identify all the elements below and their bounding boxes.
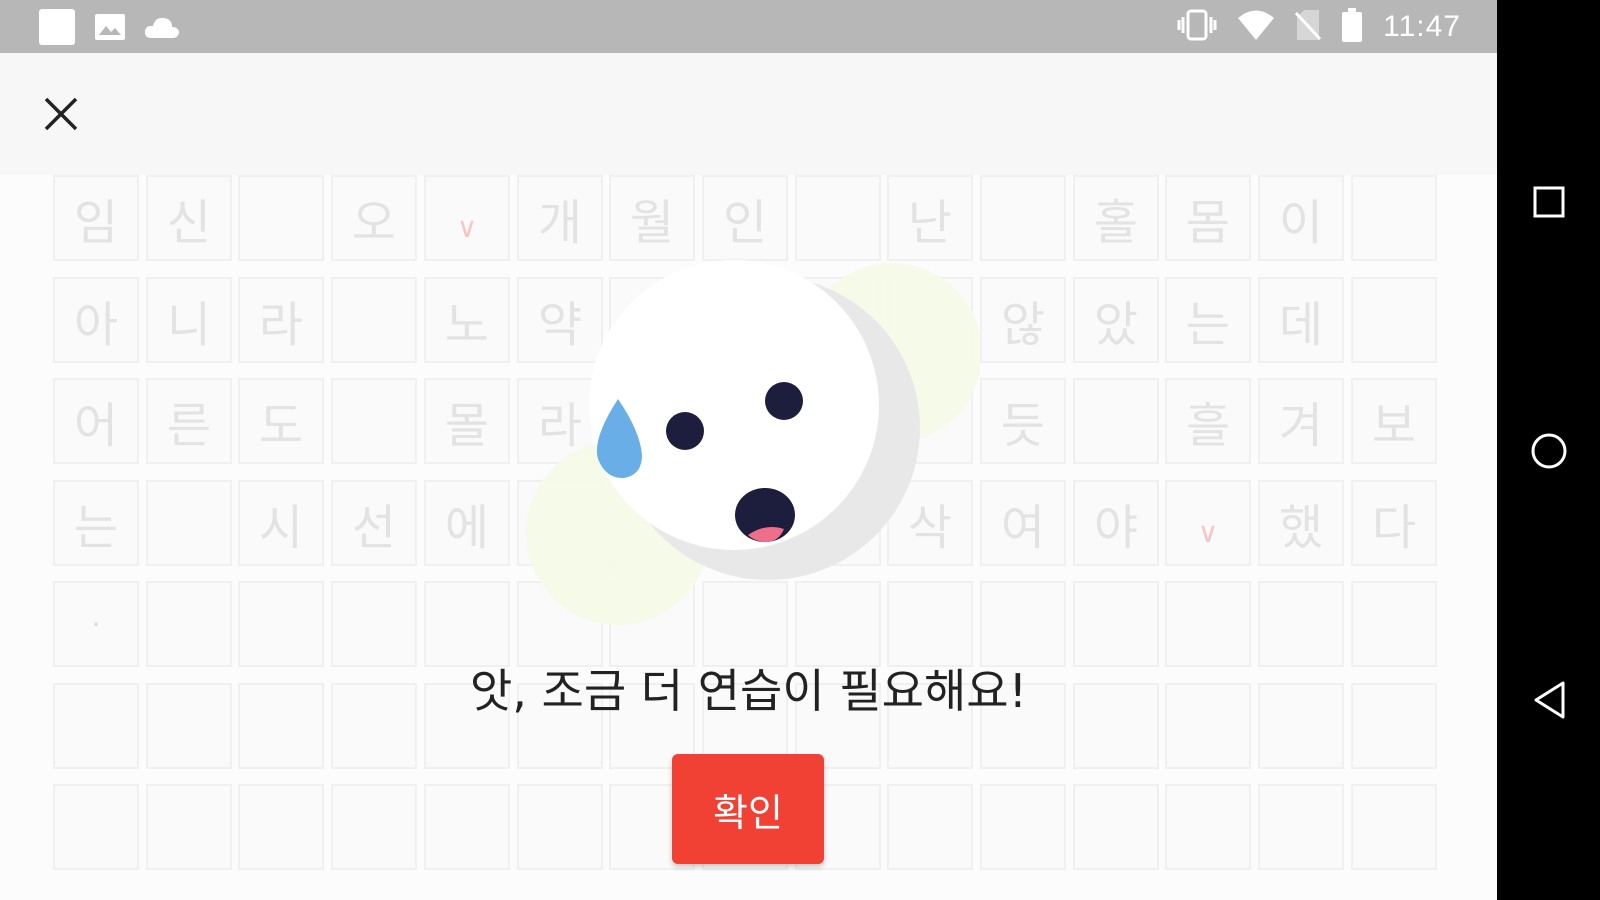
grid-cell: 흘 xyxy=(1165,378,1251,464)
battery-icon xyxy=(1341,8,1363,46)
confirm-button[interactable]: 확인 xyxy=(672,754,824,864)
grid-cell: 라 xyxy=(238,277,324,363)
grid-cell: 야 xyxy=(1073,480,1159,566)
grid-cell xyxy=(53,784,139,870)
grid-cell xyxy=(146,480,232,566)
status-left-icons xyxy=(38,8,180,50)
back-button[interactable] xyxy=(1521,672,1577,728)
back-triangle-icon xyxy=(1534,681,1565,719)
grid-cell: 도 xyxy=(238,378,324,464)
correction-mark: ∨ xyxy=(424,175,510,261)
grid-cell: 노 xyxy=(424,277,510,363)
app-top-bar xyxy=(0,53,1497,175)
correction-mark: ∨ xyxy=(1165,480,1251,566)
close-button[interactable] xyxy=(36,89,86,139)
grid-cell xyxy=(238,784,324,870)
wifi-icon xyxy=(1237,9,1275,45)
grid-cell xyxy=(1351,277,1437,363)
grid-cell: 니 xyxy=(146,277,232,363)
grid-cell xyxy=(331,378,417,464)
grid-cell xyxy=(424,784,510,870)
home-button[interactable] xyxy=(1521,423,1577,479)
grid-cell xyxy=(980,784,1066,870)
grid-cell: 다 xyxy=(1351,480,1437,566)
grid-cell: 아 xyxy=(53,277,139,363)
status-time: 11:47 xyxy=(1383,10,1461,43)
grid-cell xyxy=(146,784,232,870)
grid-cell: 홀 xyxy=(1073,175,1159,261)
grid-cell xyxy=(331,277,417,363)
grid-cell: 이 xyxy=(1258,175,1344,261)
grid-cell xyxy=(1351,175,1437,261)
grid-cell: 신 xyxy=(146,175,232,261)
grid-cell: 보 xyxy=(1351,378,1437,464)
android-navigation-bar xyxy=(1497,0,1600,900)
writing-practice-screen: 임 신 오 ∨ 개 월 인 난 홀 몸 이 아 니 라 노 약 않 았 는 데 어 른 도 몰 라 듯 흘 겨 보 는 시 선 에 삭 여 야 ∨ 했 다 ·… xyxy=(0,53,1497,900)
grid-cell: 는 xyxy=(53,480,139,566)
grid-cell: 몸 xyxy=(1165,175,1251,261)
grid-cell: 른 xyxy=(146,378,232,464)
grid-cell: 듯 xyxy=(980,378,1066,464)
grid-cell xyxy=(1165,784,1251,870)
grid-cell xyxy=(517,784,603,870)
grid-cell: 여 xyxy=(980,480,1066,566)
square-notification-icon xyxy=(38,8,76,50)
grid-cell: 오 xyxy=(331,175,417,261)
recents-square-icon xyxy=(1533,186,1565,218)
grid-cell: 임 xyxy=(53,175,139,261)
grid-cell xyxy=(331,784,417,870)
no-sim-icon xyxy=(1295,9,1322,45)
grid-cell: 데 xyxy=(1258,277,1344,363)
image-icon xyxy=(94,12,126,46)
grid-cell: 않 xyxy=(980,277,1066,363)
grid-cell xyxy=(238,175,324,261)
home-circle-icon xyxy=(1531,433,1567,469)
sad-mascot-illustration xyxy=(526,260,980,625)
grid-cell xyxy=(887,784,973,870)
grid-cell xyxy=(1258,784,1344,870)
grid-cell: 몰 xyxy=(424,378,510,464)
grid-cell: 시 xyxy=(238,480,324,566)
cloud-icon xyxy=(144,14,180,44)
grid-cell xyxy=(1351,784,1437,870)
grid-cell: 했 xyxy=(1258,480,1344,566)
status-right-icons: 11:47 xyxy=(1177,4,1461,50)
close-icon xyxy=(44,97,78,131)
grid-cell: 았 xyxy=(1073,277,1159,363)
grid-cell: 어 xyxy=(53,378,139,464)
grid-cell xyxy=(1073,378,1159,464)
recents-button[interactable] xyxy=(1521,174,1577,230)
grid-cell xyxy=(1073,784,1159,870)
grid-cell xyxy=(980,175,1066,261)
status-bar: 11:47 xyxy=(0,0,1497,53)
grid-cell: 는 xyxy=(1165,277,1251,363)
feedback-message: 앗, 조금 더 연습이 필요해요! xyxy=(469,664,1028,718)
vibrate-icon xyxy=(1177,8,1217,46)
grid-cell: 에 xyxy=(424,480,510,566)
grid-cell: 겨 xyxy=(1258,378,1344,464)
grid-cell: 선 xyxy=(331,480,417,566)
